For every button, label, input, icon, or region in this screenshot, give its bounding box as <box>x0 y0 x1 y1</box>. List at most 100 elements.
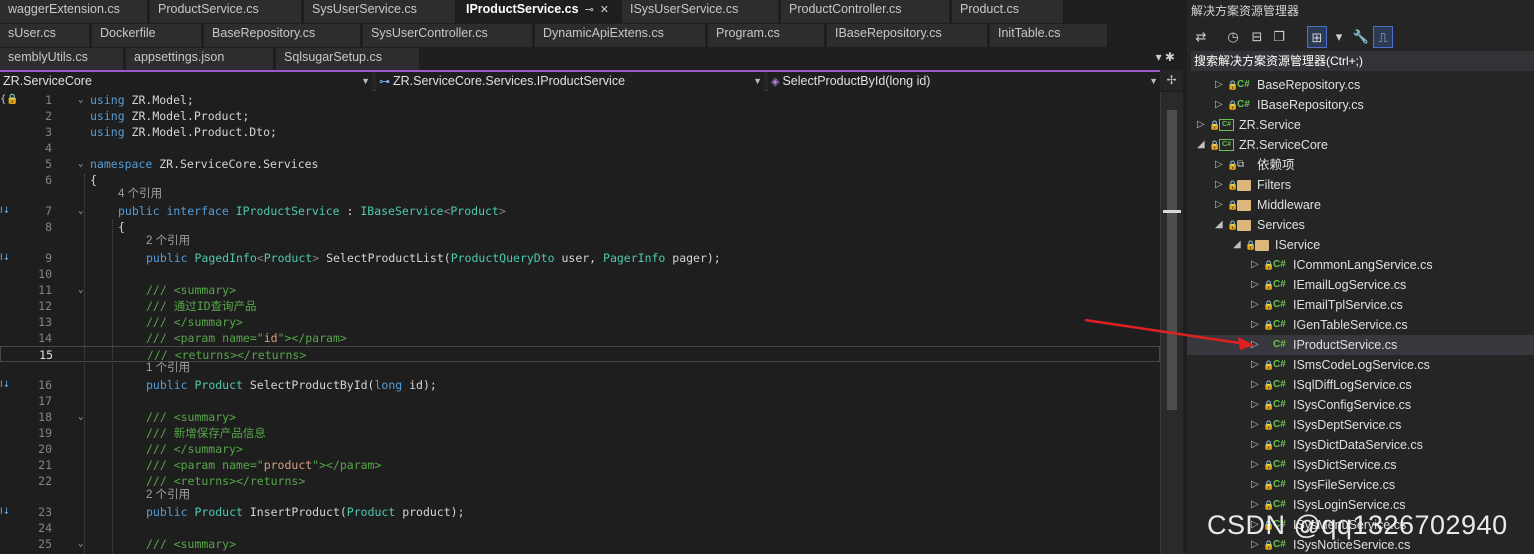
tree-item[interactable]: ▷ 🔒 C# ISmsCodeLogService.cs <box>1187 355 1534 375</box>
expanded-arrow-icon[interactable]: ◢ <box>1197 135 1205 155</box>
collapse-icon[interactable]: ⊟ <box>1247 26 1267 48</box>
implementation-icon[interactable]: I↓ <box>0 203 10 219</box>
implementation-icon[interactable]: I↓ <box>0 377 10 393</box>
tree-item[interactable]: ◢ 🔒 C# ZR.ServiceCore <box>1187 135 1534 155</box>
member-dropdown[interactable]: ◈ SelectProductById(long id) ▼ <box>768 72 1160 91</box>
tree-item[interactable]: ▷ C# IProductService.cs <box>1187 335 1534 355</box>
codelens-references[interactable]: 2 个引用 <box>146 233 190 249</box>
tree-item[interactable]: ▷ 🔒 C# ISqlDiffLogService.cs <box>1187 375 1534 395</box>
expanded-arrow-icon[interactable]: ◢ <box>1215 215 1223 235</box>
tree-item[interactable]: ▷ 🔒 ⧉ 依赖项 <box>1187 155 1534 175</box>
collapsed-arrow-icon[interactable]: ▷ <box>1251 435 1259 455</box>
tree-item-label: ICommonLangService.cs <box>1293 258 1433 272</box>
tab-swagger-extension[interactable]: waggerExtension.cs <box>0 0 150 23</box>
tab-sys-user-service[interactable]: SysUserService.cs <box>304 0 458 23</box>
tab-dynamic-api[interactable]: DynamicApiExtens.cs <box>535 24 708 47</box>
tree-item[interactable]: ▷ 🔒 C# IEmailLogService.cs <box>1187 275 1534 295</box>
close-icon[interactable]: ✕ <box>600 4 609 16</box>
codelens-references[interactable]: 2 个引用 <box>146 487 190 503</box>
history-icon[interactable]: ◷ <box>1223 26 1243 48</box>
collapsed-arrow-icon[interactable]: ▷ <box>1215 95 1223 115</box>
tree-item[interactable]: ◢ 🔒 Services <box>1187 215 1534 235</box>
tab-iproduct-service[interactable]: IProductService.cs ⊸ ✕ <box>458 0 622 23</box>
tab-base-repository[interactable]: BaseRepository.cs <box>204 24 363 47</box>
tree-item[interactable]: ▷ 🔒 C# ISysConfigService.cs <box>1187 395 1534 415</box>
collapsed-arrow-icon[interactable]: ▷ <box>1215 75 1223 95</box>
tree-item[interactable]: ▷ 🔒 C# ISysDictService.cs <box>1187 455 1534 475</box>
fold-icon[interactable]: ⌄ <box>78 203 83 219</box>
sync-icon[interactable]: ⇄ <box>1191 26 1211 48</box>
tab-user[interactable]: sUser.cs <box>0 24 92 47</box>
tree-item[interactable]: ◢ 🔒 IService <box>1187 235 1534 255</box>
collapsed-arrow-icon[interactable]: ▷ <box>1251 335 1259 355</box>
scrollbar-thumb[interactable] <box>1167 110 1177 410</box>
collapsed-arrow-icon[interactable]: ▷ <box>1251 355 1259 375</box>
tree-item[interactable]: ▷ 🔒 C# ISysDictDataService.cs <box>1187 435 1534 455</box>
switch-view-icon[interactable]: ⊞ <box>1307 26 1327 48</box>
tab-program[interactable]: Program.cs <box>708 24 827 47</box>
codelens-references[interactable]: 4 个引用 <box>118 186 162 202</box>
implementation-icon[interactable]: I↓ <box>0 504 10 520</box>
code-line: 11 ⌄/// <summary> <box>38 282 237 298</box>
code-line: 17 <box>38 394 52 408</box>
type-dropdown[interactable]: ⊶ ZR.ServiceCore.Services.IProductService… <box>376 72 764 91</box>
collapsed-arrow-icon[interactable]: ▷ <box>1251 375 1259 395</box>
tab-sys-user-controller[interactable]: SysUserController.cs <box>363 24 535 47</box>
split-editor-icon[interactable]: ✢ <box>1160 70 1183 91</box>
tab-isys-user-service[interactable]: ISysUserService.cs <box>622 0 781 23</box>
collapsed-arrow-icon[interactable]: ▷ <box>1251 455 1259 475</box>
caret-marker <box>1163 210 1181 213</box>
fold-icon[interactable]: ⌄ <box>78 156 83 172</box>
collapsed-arrow-icon[interactable]: ▷ <box>1251 275 1259 295</box>
implementation-icon[interactable]: I↓ <box>0 250 10 266</box>
tree-item[interactable]: ▷ 🔒 C# ICommonLangService.cs <box>1187 255 1534 275</box>
collapsed-arrow-icon[interactable]: ▷ <box>1215 175 1223 195</box>
collapsed-arrow-icon[interactable]: ▷ <box>1251 415 1259 435</box>
tab-product[interactable]: Product.cs <box>952 0 1066 23</box>
tree-item-label: ZR.Service <box>1239 118 1301 132</box>
tree-item[interactable]: ▷ 🔒 C# IEmailTplService.cs <box>1187 295 1534 315</box>
project-dropdown[interactable]: ZR.ServiceCore ▼ <box>0 72 372 91</box>
tab-ibase-repository[interactable]: IBaseRepository.cs <box>827 24 990 47</box>
preview-icon[interactable]: ⎍ <box>1373 26 1393 48</box>
tab-product-controller[interactable]: ProductController.cs <box>781 0 952 23</box>
code-line: 19/// 新增保存产品信息 <box>38 426 266 440</box>
tree-item[interactable]: ▷ 🔒 C# ISysFileService.cs <box>1187 475 1534 495</box>
vertical-scrollbar[interactable] <box>1160 92 1183 554</box>
tree-item[interactable]: ▷ 🔒 Middleware <box>1187 195 1534 215</box>
collapsed-arrow-icon[interactable]: ▷ <box>1251 475 1259 495</box>
tree-item[interactable]: ▷ 🔒 Filters <box>1187 175 1534 195</box>
collapsed-arrow-icon[interactable]: ▷ <box>1197 115 1205 135</box>
tree-item[interactable]: ▷ 🔒 C# IGenTableService.cs <box>1187 315 1534 335</box>
code-area[interactable]: {🔒 1 ⌄ using ZR.Model; 2 using ZR.Model.Pro… <box>0 92 1160 554</box>
tree-item[interactable]: ▷ 🔒 C# ISysDeptService.cs <box>1187 415 1534 435</box>
tab-sqlsugar-setup[interactable]: SqlsugarSetup.cs <box>276 48 422 71</box>
tab-dockerfile[interactable]: Dockerfile <box>92 24 204 47</box>
collapsed-arrow-icon[interactable]: ▷ <box>1251 255 1259 275</box>
wrench-icon[interactable]: 🔧 <box>1351 26 1371 48</box>
tree-item[interactable]: ▷ 🔒 C# ZR.Service <box>1187 115 1534 135</box>
tab-appsettings[interactable]: appsettings.json <box>126 48 276 71</box>
solution-search-input[interactable]: 搜索解决方案资源管理器(Ctrl+;) <box>1191 51 1534 71</box>
expanded-arrow-icon[interactable]: ◢ <box>1233 235 1241 255</box>
tree-item[interactable]: ▷ 🔒 C# IBaseRepository.cs <box>1187 95 1534 115</box>
indent-guide <box>112 220 113 554</box>
tab-overflow-settings-icon[interactable]: ▾ ✱ <box>1156 50 1175 64</box>
codelens-references[interactable]: 1 个引用 <box>146 360 190 376</box>
collapsed-arrow-icon[interactable]: ▷ <box>1215 155 1223 175</box>
collapsed-arrow-icon[interactable]: ▷ <box>1251 295 1259 315</box>
fold-icon[interactable]: ⌄ <box>78 282 83 298</box>
collapsed-arrow-icon[interactable]: ▷ <box>1215 195 1223 215</box>
filter-icon[interactable]: ▾ <box>1329 26 1349 48</box>
fold-icon[interactable]: ⌄ <box>78 409 83 425</box>
tab-assembly-utils[interactable]: semblyUtils.cs <box>0 48 126 71</box>
tab-product-service[interactable]: ProductService.cs <box>150 0 304 23</box>
pin-icon[interactable]: ⊸ <box>585 4 594 16</box>
tab-init-table[interactable]: InitTable.cs <box>990 24 1110 47</box>
fold-icon[interactable]: ⌄ <box>78 92 83 108</box>
pages-icon[interactable]: ❐ <box>1269 26 1289 48</box>
fold-icon[interactable]: ⌄ <box>78 536 83 552</box>
collapsed-arrow-icon[interactable]: ▷ <box>1251 315 1259 335</box>
collapsed-arrow-icon[interactable]: ▷ <box>1251 395 1259 415</box>
tree-item[interactable]: ▷ 🔒 C# BaseRepository.cs <box>1187 75 1534 95</box>
